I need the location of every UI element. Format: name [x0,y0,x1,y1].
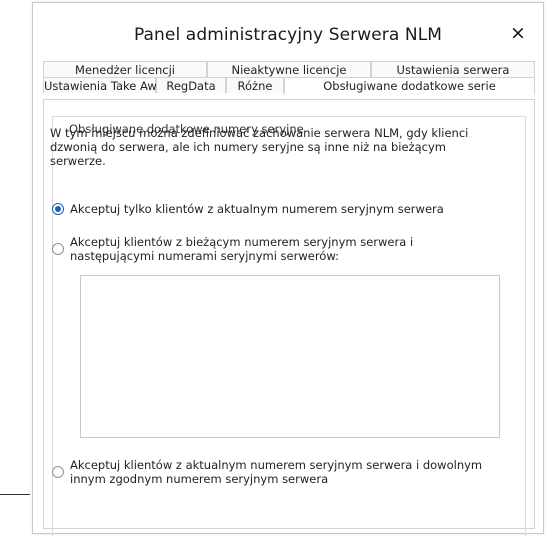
radio-option-label: innym zgodnym numerem seryjnym serwera [70,472,329,486]
dialog-title: Panel administracyjny Serwera NLM [133,25,443,45]
tab-misc[interactable]: Różne [226,77,284,93]
tab-take-away-settings[interactable]: Ustawienia Take Away [43,77,171,93]
radio-option-label: Akceptuj klientów z bieżącym numerem ser… [70,235,414,249]
left-edge-line [0,494,30,495]
radio-option-label: następującymi numerami seryjnymi serweró… [70,249,339,263]
tab-inactive-licenses[interactable]: Nieaktywne licencje [207,61,371,77]
tab-license-manager[interactable]: Menedżer licencji [43,61,207,77]
close-icon[interactable]: × [506,21,530,45]
tab-regdata[interactable]: RegData [156,77,226,93]
admin-panel-dialog: Panel administracyjny Serwera NLM × Mene… [32,2,544,536]
radio-option-label: Akceptuj tylko klientów z aktualnym nume… [70,202,444,216]
serial-numbers-list[interactable] [80,275,500,438]
tab-supported-additional-serials[interactable]: Obsługiwane dodatkowe serie [284,77,535,95]
radio-unselected-icon[interactable] [52,466,64,478]
tab-server-settings[interactable]: Ustawienia serwera [371,61,535,77]
description-line: serwerze. [50,154,106,168]
description-line: W tym miejscu można zdefiniować zachowan… [50,126,469,140]
description-text: W tym miejscu można zdefiniować zachowan… [50,126,470,168]
radio-selected-icon[interactable] [52,203,64,215]
tab-strip: Menedżer licencji Nieaktywne licencje Us… [43,61,535,101]
radio-unselected-icon[interactable] [52,243,64,255]
description-line: dzwonią do serwera, ale ich numery seryj… [50,140,446,154]
radio-option-label: Akceptuj klientów z aktualnym numerem se… [70,458,483,472]
